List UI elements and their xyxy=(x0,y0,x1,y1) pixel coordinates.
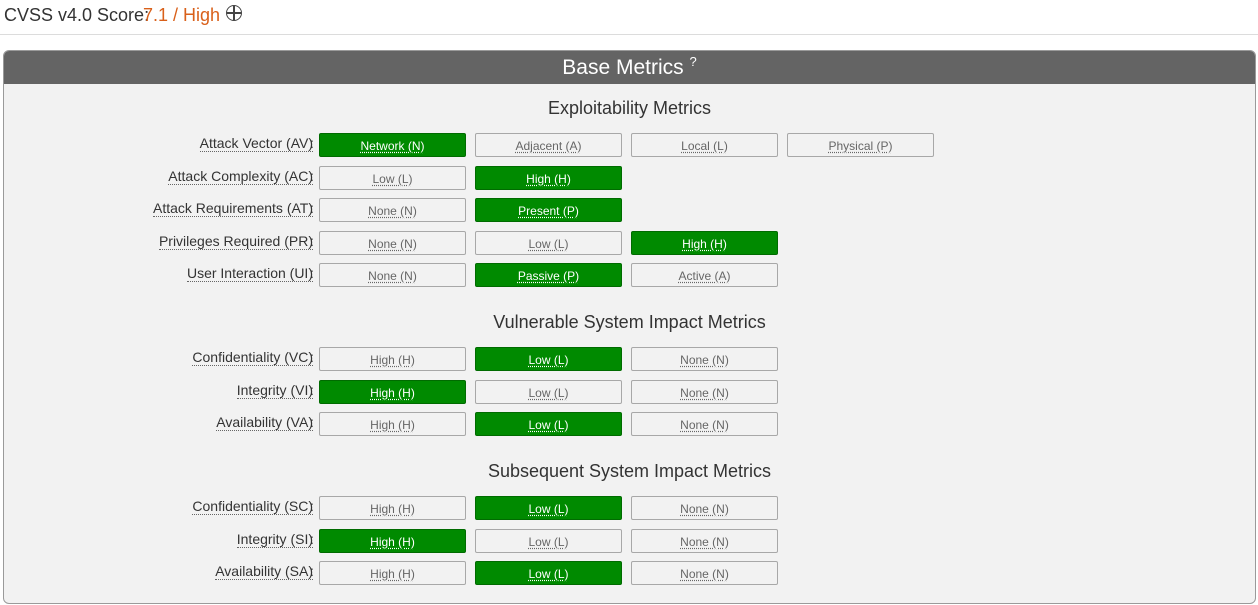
metric-option-button[interactable]: None (N) xyxy=(631,379,778,404)
panel-header: Base Metrics ? xyxy=(4,51,1255,84)
metric-option-button[interactable]: High (H) xyxy=(319,412,466,436)
score-bar: CVSS v4.0 Score: 7.1 / High xyxy=(0,0,1258,35)
metric-option-button[interactable]: Passive (P) xyxy=(475,263,622,287)
metric-option-button[interactable]: High (H) xyxy=(475,165,622,190)
metric-label: Availability (VA) xyxy=(216,414,313,431)
metric-option-button[interactable]: High (H) xyxy=(319,379,466,404)
metric-row: User Interaction (UI): None (N) Passive (P… xyxy=(4,263,1255,289)
metric-option-button[interactable]: Low (L) xyxy=(475,528,622,553)
metric-row: Integrity (SI): High (H) Low (L) None (N) xyxy=(4,528,1255,555)
metric-option-button[interactable]: High (H) xyxy=(319,347,466,371)
metric-row: Availability (SA): High (H) Low (L) None (N… xyxy=(4,561,1255,587)
metric-label: Integrity (VI) xyxy=(236,381,313,399)
metric-row: Confidentiality (VC): High (H) Low (L) None… xyxy=(4,347,1255,373)
metric-option-button[interactable]: None (N) xyxy=(631,561,778,585)
metric-row: Privileges Required (PR): None (N) Low (L)… xyxy=(4,230,1255,257)
metric-option-button[interactable]: Low (L) xyxy=(475,347,622,371)
metric-option-button[interactable]: None (N) xyxy=(631,412,778,436)
metric-option-button[interactable]: Local (L) xyxy=(631,133,778,157)
section-title: Exploitability Metrics xyxy=(547,98,712,118)
metric-row: Confidentiality (SC): High (H) Low (L) None… xyxy=(4,496,1255,522)
section-title: Vulnerable System Impact Metrics xyxy=(493,312,766,332)
metric-option-button[interactable]: None (N) xyxy=(631,347,778,371)
metric-row: Integrity (VI): High (H) Low (L) None (N) xyxy=(4,379,1255,406)
metric-label: Availability (SA) xyxy=(215,563,313,580)
panel-title: Base Metrics xyxy=(562,56,684,79)
label-colon: : xyxy=(310,414,314,430)
metric-option-button[interactable]: High (H) xyxy=(319,496,466,520)
label-colon: : xyxy=(310,135,314,151)
metric-label: Confidentiality (SC) xyxy=(192,498,313,515)
expand-icon[interactable] xyxy=(226,5,242,21)
metric-option-button[interactable]: Present (P) xyxy=(475,198,622,222)
metric-option-button[interactable]: Low (L) xyxy=(319,165,466,190)
metric-row: Attack Complexity (AC): Low (L) High (H) xyxy=(4,165,1255,192)
metric-option-button[interactable]: Low (L) xyxy=(475,379,622,404)
metric-option-button[interactable]: Network (N) xyxy=(319,133,466,157)
label-colon: : xyxy=(310,265,314,281)
help-icon[interactable]: ? xyxy=(689,54,696,69)
section-title: Subsequent System Impact Metrics xyxy=(487,461,772,481)
metric-option-button[interactable]: None (N) xyxy=(631,496,778,520)
label-colon: : xyxy=(310,530,314,547)
metric-option-button[interactable]: None (N) xyxy=(319,198,466,222)
score-label: CVSS v4.0 Score: xyxy=(4,5,150,25)
metric-option-button[interactable]: High (H) xyxy=(319,528,466,553)
label-colon: : xyxy=(310,232,314,249)
metric-row: Attack Requirements (AT): None (N) Present… xyxy=(4,198,1255,224)
metric-option-button[interactable]: Low (L) xyxy=(475,496,622,520)
metric-option-button[interactable]: None (N) xyxy=(631,528,778,553)
metric-option-button[interactable]: Low (L) xyxy=(475,561,622,585)
metric-label: User Interaction (UI) xyxy=(186,265,313,282)
metric-label: Integrity (SI) xyxy=(236,530,313,548)
score-value: 7.1 / High xyxy=(143,5,221,25)
metric-option-button[interactable]: Adjacent (A) xyxy=(475,133,622,157)
metric-row: Availability (VA): High (H) Low (L) None (N… xyxy=(4,412,1255,438)
metric-option-button[interactable]: Low (L) xyxy=(475,412,622,436)
label-colon: : xyxy=(310,349,314,365)
metric-option-button[interactable]: Low (L) xyxy=(475,230,622,255)
metric-option-button[interactable]: None (N) xyxy=(319,263,466,287)
label-colon: : xyxy=(310,200,314,216)
metric-label: Attack Complexity (AC) xyxy=(168,167,313,185)
metric-option-button[interactable]: None (N) xyxy=(319,230,466,255)
label-colon: : xyxy=(310,167,314,184)
label-colon: : xyxy=(310,563,314,579)
metric-option-button[interactable]: High (H) xyxy=(319,561,466,585)
metric-option-button[interactable]: High (H) xyxy=(631,230,778,255)
metric-label: Privileges Required (PR) xyxy=(158,232,313,250)
base-metrics-panel: Base Metrics ? Exploitability Metrics Att… xyxy=(3,50,1256,604)
metric-label: Attack Vector (AV) xyxy=(199,135,313,152)
metric-option-button[interactable]: Physical (P) xyxy=(787,133,934,157)
label-colon: : xyxy=(310,498,314,514)
metric-row: Attack Vector (AV): Network (N) Adjacent (… xyxy=(4,133,1255,159)
metric-option-button[interactable]: Active (A) xyxy=(631,263,778,287)
metric-label: Attack Requirements (AT) xyxy=(152,200,313,217)
label-colon: : xyxy=(310,381,314,398)
metric-label: Confidentiality (VC) xyxy=(192,349,313,366)
